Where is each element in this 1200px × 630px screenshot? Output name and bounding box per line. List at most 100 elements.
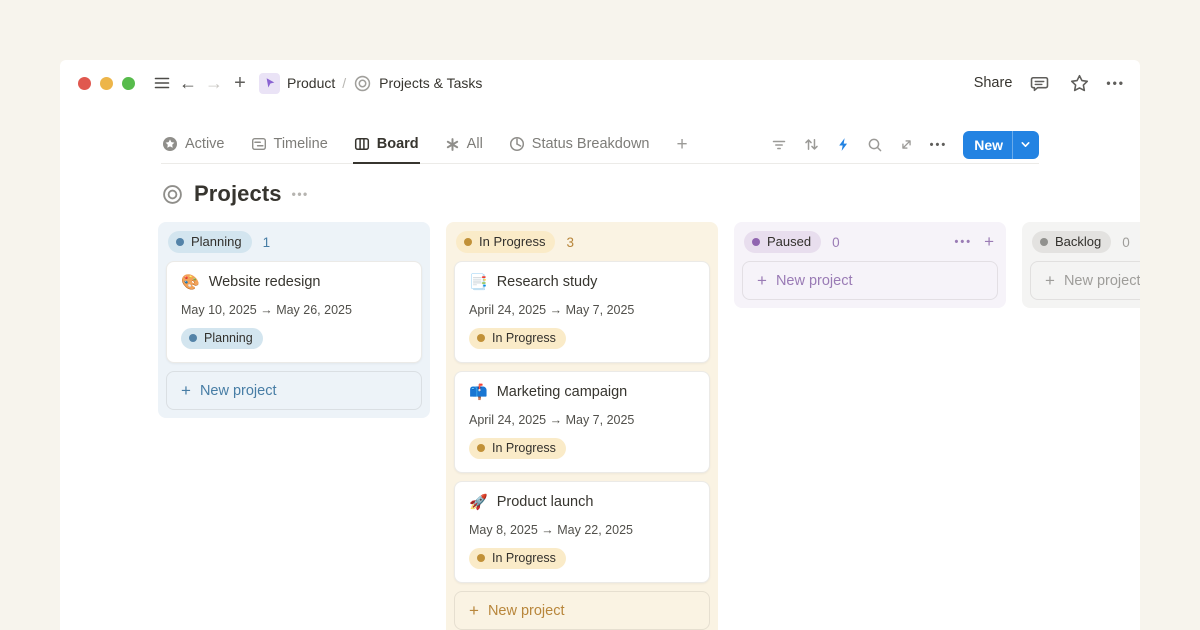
tab-status-breakdown[interactable]: Status Breakdown (508, 126, 651, 164)
card-title: Product launch (497, 494, 594, 510)
column-planning: Planning 1 🎨 Website redesign May 10, 202… (158, 222, 430, 418)
status-dot-icon (477, 444, 485, 452)
card-date-range: April 24, 2025 → May 7, 2025 (469, 413, 695, 427)
add-view-plus-icon[interactable]: + (676, 126, 687, 163)
view-more-icon[interactable]: ••• (930, 139, 948, 151)
tab-timeline[interactable]: Timeline (250, 126, 329, 164)
status-dot-icon (1040, 238, 1048, 246)
notion-window: ← → + Product / Projects & Tasks Share •… (60, 60, 1140, 630)
page-title-row: Projects ••• (161, 181, 1039, 207)
column-add-icon[interactable]: + (984, 232, 994, 252)
kanban-board: Planning 1 🎨 Website redesign May 10, 202… (158, 222, 1140, 630)
card-title: Research study (497, 274, 598, 290)
comment-icon[interactable] (1026, 69, 1052, 97)
pie-chart-icon (509, 136, 525, 152)
expand-icon[interactable] (899, 137, 914, 152)
status-dot-icon (477, 334, 485, 342)
status-pill[interactable]: In Progress (456, 231, 555, 253)
card-date-range: May 10, 2025 → May 26, 2025 (181, 303, 407, 317)
asterisk-icon (445, 137, 460, 152)
project-card[interactable]: 📫 Marketing campaign April 24, 2025 → May… (454, 371, 710, 473)
new-page-plus-icon[interactable]: + (227, 69, 253, 97)
palette-emoji-icon: 🎨 (181, 275, 200, 290)
project-card[interactable]: 🚀 Product launch May 8, 2025 → May 22, 20… (454, 481, 710, 583)
board-icon (354, 136, 370, 152)
column-header: In Progress 3 (454, 227, 710, 261)
top-bar: ← → + Product / Projects & Tasks Share •… (60, 60, 1140, 106)
status-dot-icon (176, 238, 184, 246)
status-pill[interactable]: Planning (168, 231, 252, 253)
card-status-pill: In Progress (469, 548, 566, 569)
minimize-button[interactable] (100, 77, 113, 90)
search-icon[interactable] (867, 137, 883, 153)
breadcrumb-separator: / (342, 75, 346, 91)
status-dot-icon (477, 554, 485, 562)
breadcrumb: Product / Projects & Tasks (259, 73, 482, 94)
tab-active[interactable]: Active (161, 126, 226, 164)
view-tabs-bar: Active Timeline Board All Status Breakdo… (161, 126, 1039, 164)
new-project-button[interactable]: + New project (1030, 261, 1140, 300)
new-project-button[interactable]: + New project (742, 261, 998, 300)
breadcrumb-page[interactable]: Projects & Tasks (379, 75, 482, 91)
view-controls: ••• New (771, 126, 1039, 163)
close-button[interactable] (78, 77, 91, 90)
forward-arrow-icon[interactable]: → (201, 69, 227, 97)
topbar-actions: Share ••• (974, 69, 1125, 97)
column-count: 0 (1122, 235, 1130, 250)
project-card[interactable]: 📑 Research study April 24, 2025 → May 7, … (454, 261, 710, 363)
column-header: Planning 1 (166, 227, 422, 261)
status-pill[interactable]: Backlog (1032, 231, 1111, 253)
target-icon (161, 183, 184, 206)
column-in-progress: In Progress 3 📑 Research study April 24, … (446, 222, 718, 630)
target-icon (353, 74, 372, 93)
status-dot-icon (189, 334, 197, 342)
tab-all[interactable]: All (444, 126, 484, 164)
column-header: Paused 0 ••• + (742, 227, 998, 261)
star-circle-icon (162, 136, 178, 152)
card-date-range: April 24, 2025 → May 7, 2025 (469, 303, 695, 317)
new-button[interactable]: New (963, 131, 1039, 159)
plus-icon: + (469, 602, 479, 619)
sort-icon[interactable] (803, 136, 820, 153)
favorite-star-icon[interactable] (1066, 69, 1092, 97)
timeline-icon (251, 136, 267, 152)
lightning-icon[interactable] (836, 137, 851, 152)
filter-icon[interactable] (771, 137, 787, 153)
page-title: Projects (194, 181, 282, 207)
more-icon[interactable]: ••• (1106, 76, 1125, 90)
plus-icon: + (181, 382, 191, 399)
chevron-down-icon[interactable] (1012, 131, 1039, 159)
project-card[interactable]: 🎨 Website redesign May 10, 2025 → May 26,… (166, 261, 422, 363)
app-cursor-icon[interactable] (259, 73, 280, 94)
bookmark-tabs-emoji-icon: 📑 (469, 275, 488, 290)
column-paused: Paused 0 ••• + + New project (734, 222, 1006, 308)
column-count: 0 (832, 235, 840, 250)
column-header-actions: ••• + (955, 232, 995, 252)
column-backlog: Backlog 0 + New project (1022, 222, 1140, 308)
status-dot-icon (464, 238, 472, 246)
mailbox-emoji-icon: 📫 (469, 385, 488, 400)
column-more-icon[interactable]: ••• (955, 236, 973, 248)
rocket-emoji-icon: 🚀 (469, 495, 488, 510)
tab-board[interactable]: Board (353, 126, 420, 164)
share-button[interactable]: Share (974, 75, 1013, 91)
card-title: Marketing campaign (497, 384, 628, 400)
status-dot-icon (752, 238, 760, 246)
column-count: 1 (263, 235, 271, 250)
status-pill[interactable]: Paused (744, 231, 821, 253)
menu-icon[interactable] (149, 69, 175, 97)
new-project-button[interactable]: + New project (454, 591, 710, 630)
back-arrow-icon[interactable]: ← (175, 69, 201, 97)
card-date-range: May 8, 2025 → May 22, 2025 (469, 523, 695, 537)
breadcrumb-product[interactable]: Product (287, 75, 335, 91)
card-status-pill: In Progress (469, 438, 566, 459)
card-title: Website redesign (209, 274, 321, 290)
plus-icon: + (757, 272, 767, 289)
new-project-button[interactable]: + New project (166, 371, 422, 410)
zoom-button[interactable] (122, 77, 135, 90)
title-more-icon[interactable]: ••• (292, 187, 309, 201)
window-controls (78, 77, 135, 90)
card-status-pill: Planning (181, 328, 263, 349)
column-count: 3 (566, 235, 574, 250)
column-header: Backlog 0 (1030, 227, 1140, 261)
